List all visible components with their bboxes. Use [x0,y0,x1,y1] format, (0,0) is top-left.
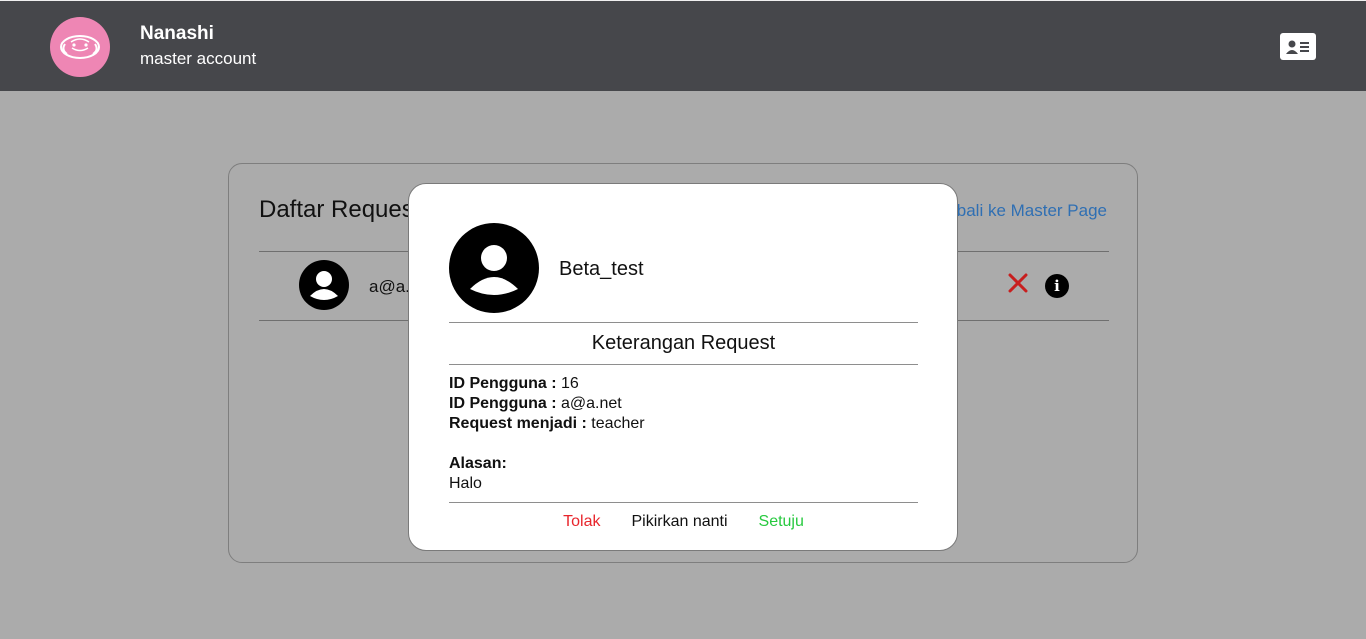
modal-username: Beta_test [559,258,644,280]
detail-user-id: ID Pengguna : 16 [449,375,579,392]
reason-label: Alasan: [449,455,507,472]
divider [449,322,918,323]
modal-actions: Tolak Pikirkan nanti Setuju [449,513,918,531]
decide-later-button[interactable]: Pikirkan nanti [631,513,727,531]
top-bar: Nanashi master account [0,0,1366,91]
divider [449,502,918,503]
close-icon[interactable] [1007,272,1029,294]
divider [449,364,918,365]
reason-value: Halo [449,475,482,492]
user-avatar-icon [449,223,539,313]
detail-user-email: ID Pengguna : a@a.net [449,395,622,412]
contact-card-icon [1286,40,1309,54]
card-title: Daftar Request [259,196,421,223]
user-role: master account [140,49,257,68]
detail-request-role: Request menjadi : teacher [449,415,645,432]
reject-button[interactable]: Tolak [563,513,600,531]
section-title: Keterangan Request [591,332,776,354]
profile-button[interactable] [1280,33,1316,60]
elephant-logo-icon [50,17,110,77]
user-name: Nanashi [140,23,214,44]
approve-button[interactable]: Setuju [759,513,804,531]
info-icon[interactable]: i [1045,274,1069,298]
user-avatar-icon [299,260,349,310]
request-detail-modal: Beta_test Keterangan Request ID Pengguna… [408,183,958,551]
